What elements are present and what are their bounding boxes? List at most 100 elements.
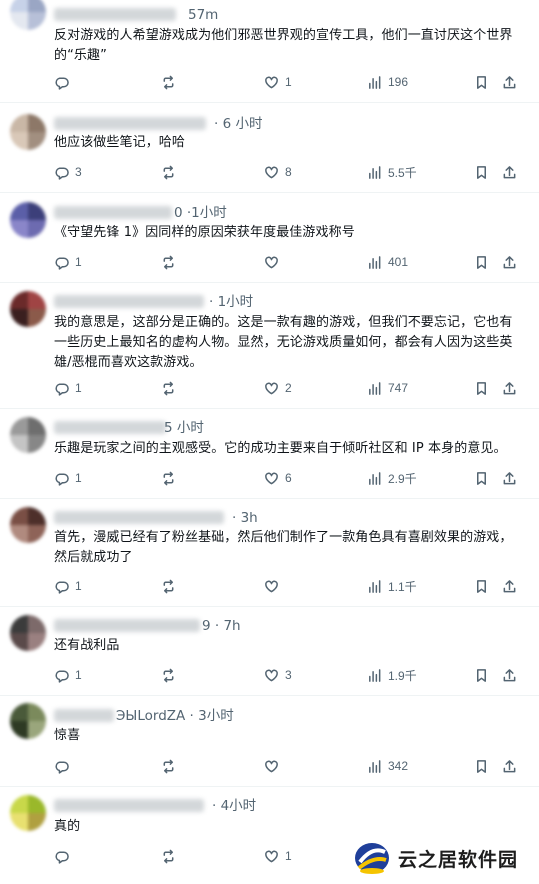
share-button[interactable] — [502, 575, 517, 597]
views-button[interactable]: 5.5千 — [367, 161, 417, 183]
tweet-time[interactable]: 0 ·1小时 — [174, 203, 227, 223]
reply-button[interactable]: 1 — [54, 467, 82, 489]
views-button[interactable]: 342 — [367, 755, 408, 777]
views-button[interactable]: 1.1千 — [367, 575, 417, 597]
tweet-time[interactable]: · 4小时 — [212, 796, 256, 816]
tweet-header: · 4小时 — [54, 796, 514, 816]
avatar[interactable] — [10, 417, 46, 453]
views-button[interactable]: 1.9千 — [367, 664, 417, 686]
views-button[interactable]: 401 — [367, 251, 408, 273]
views-count: 5.5千 — [388, 165, 417, 180]
reply-button[interactable]: 1 — [54, 664, 82, 686]
like-button[interactable] — [264, 575, 285, 597]
avatar[interactable] — [10, 615, 46, 651]
bookmark-button[interactable] — [474, 575, 489, 597]
retweet-button[interactable] — [161, 845, 182, 867]
reply-button[interactable] — [54, 71, 75, 93]
retweet-button[interactable] — [161, 755, 182, 777]
bookmark-button[interactable] — [474, 251, 489, 273]
retweet-button[interactable] — [161, 71, 182, 93]
retweet-button[interactable] — [161, 575, 182, 597]
like-button[interactable] — [264, 755, 285, 777]
redacted-username[interactable] — [54, 511, 224, 524]
avatar[interactable] — [10, 703, 46, 739]
redacted-username[interactable] — [54, 619, 200, 632]
retweet-button[interactable] — [161, 251, 182, 273]
bookmark-button[interactable] — [474, 664, 489, 686]
like-button[interactable]: 2 — [264, 377, 292, 399]
tweet-time[interactable]: · 1小时 — [209, 292, 253, 312]
reply-button[interactable] — [54, 755, 75, 777]
retweet-button[interactable] — [161, 664, 182, 686]
avatar[interactable] — [10, 795, 46, 831]
bookmark-icon — [477, 471, 486, 485]
reply-button[interactable]: 1 — [54, 377, 82, 399]
views-button[interactable]: 747 — [367, 377, 408, 399]
tweet-time[interactable]: · 3h — [232, 508, 258, 528]
avatar[interactable] — [10, 202, 46, 238]
like-button[interactable]: 3 — [264, 664, 292, 686]
share-button[interactable] — [502, 377, 517, 399]
bookmark-button[interactable] — [474, 161, 489, 183]
reply-icon — [55, 851, 69, 864]
share-button[interactable] — [502, 251, 517, 273]
tweet-divider — [0, 102, 539, 103]
tweet-time[interactable]: · 6 小时 — [214, 114, 262, 134]
bookmark-button[interactable] — [474, 71, 489, 93]
like-button[interactable]: 6 — [264, 467, 292, 489]
retweet-icon — [163, 849, 174, 863]
redacted-username[interactable] — [54, 295, 204, 308]
tweet-divider — [0, 786, 539, 787]
like-button[interactable] — [264, 251, 285, 273]
replies-count: 1 — [75, 579, 82, 593]
tweet-divider — [0, 498, 539, 499]
like-button[interactable]: 1 — [264, 845, 292, 867]
retweet-button[interactable] — [161, 377, 182, 399]
retweet-icon — [163, 165, 174, 179]
retweet-icon — [163, 381, 174, 395]
like-button[interactable]: 8 — [264, 161, 292, 183]
tweet-time[interactable]: 57m — [188, 5, 218, 25]
likes-count: 3 — [285, 668, 292, 682]
heart-icon — [265, 382, 278, 394]
share-button[interactable] — [502, 664, 517, 686]
tweet-header: 5 小时 — [54, 418, 514, 438]
share-button[interactable] — [502, 71, 517, 93]
redacted-username[interactable] — [54, 421, 166, 434]
tweet-header: 57m — [54, 5, 514, 25]
tweet-time[interactable]: ЭЫLordZA · 3小时 — [116, 706, 234, 726]
bookmark-button[interactable] — [474, 467, 489, 489]
avatar[interactable] — [10, 291, 46, 327]
views-button[interactable]: 2.9千 — [367, 467, 417, 489]
heart-icon — [265, 760, 278, 772]
redacted-username[interactable] — [54, 799, 204, 812]
retweet-button[interactable] — [161, 467, 182, 489]
share-button[interactable] — [502, 755, 517, 777]
redacted-username[interactable] — [54, 8, 176, 21]
tweet-actions: 1 2 747 — [54, 377, 524, 399]
bar-chart-icon — [369, 165, 381, 179]
retweet-button[interactable] — [161, 161, 182, 183]
redacted-username[interactable] — [54, 117, 206, 130]
redacted-username[interactable] — [54, 206, 172, 219]
avatar[interactable] — [10, 507, 46, 543]
heart-icon — [265, 669, 278, 681]
tweet-text: 反对游戏的人希望游戏成为他们邪恶世界观的宣传工具，他们一直讨厌这个世界的“乐趣” — [54, 28, 513, 63]
reply-button[interactable]: 1 — [54, 575, 82, 597]
redacted-username[interactable] — [54, 709, 114, 722]
views-count: 196 — [388, 75, 409, 89]
like-button[interactable]: 1 — [264, 71, 292, 93]
reply-button[interactable] — [54, 845, 75, 867]
avatar[interactable] — [10, 114, 46, 150]
share-button[interactable] — [502, 467, 517, 489]
tweet-time[interactable]: 9 · 7h — [202, 616, 241, 636]
reply-button[interactable]: 3 — [54, 161, 82, 183]
tweet-time[interactable]: 5 小时 — [164, 418, 204, 438]
views-button[interactable]: 196 — [367, 71, 408, 93]
avatar[interactable] — [10, 0, 46, 30]
share-button[interactable] — [502, 161, 517, 183]
bookmark-button[interactable] — [474, 755, 489, 777]
reply-button[interactable]: 1 — [54, 251, 82, 273]
bookmark-button[interactable] — [474, 377, 489, 399]
replies-count: 1 — [75, 668, 82, 682]
